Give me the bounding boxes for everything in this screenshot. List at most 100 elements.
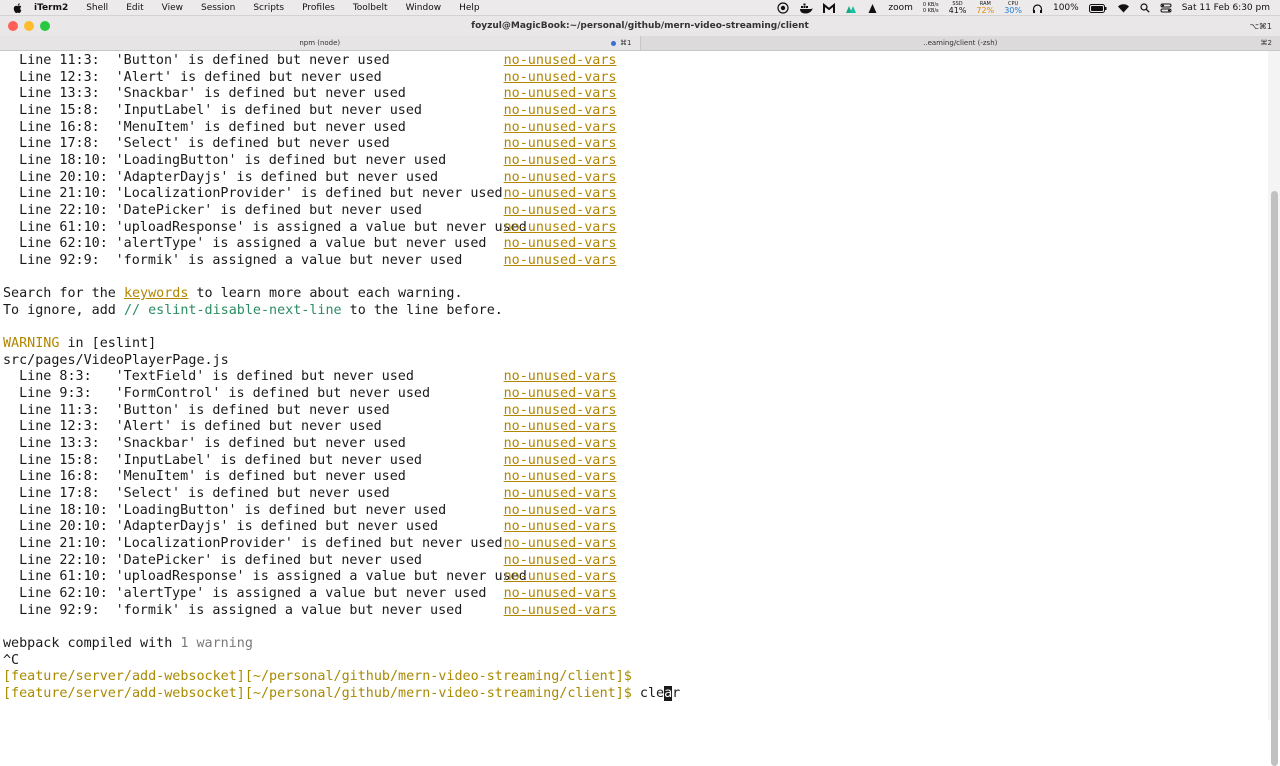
eslint-rule-link[interactable]: no-unused-vars xyxy=(504,86,617,101)
menu-view[interactable]: View xyxy=(162,3,183,13)
command-input-rest[interactable]: r xyxy=(672,686,680,701)
menu-toolbelt[interactable]: Toolbelt xyxy=(353,3,388,13)
eslint-rule-link[interactable]: no-unused-vars xyxy=(504,136,617,151)
warning-row: Line 12:3:'Alert' is defined but never u… xyxy=(3,70,680,87)
warning-message: 'Select' is defined but never used xyxy=(116,136,504,153)
menu-scripts[interactable]: Scripts xyxy=(253,3,284,13)
tab-zsh[interactable]: ..eaming/client (-zsh) ⌘2 xyxy=(640,36,1280,50)
eslint-rule-link[interactable]: no-unused-vars xyxy=(504,236,617,251)
eslint-rule-link[interactable]: no-unused-vars xyxy=(504,419,617,434)
scrollbar-track[interactable] xyxy=(1268,51,1280,720)
terminal-output[interactable]: Line 11:3:'Button' is defined but never … xyxy=(0,51,1268,720)
screen-record-icon[interactable] xyxy=(777,2,789,14)
window-title-bar[interactable]: foyzul@MagicBook:~/personal/github/mern-… xyxy=(0,16,1280,36)
warning-row: Line 20:10:'AdapterDayjs' is defined but… xyxy=(3,170,680,187)
command-input[interactable]: cle xyxy=(640,686,664,701)
eslint-rule-link[interactable]: no-unused-vars xyxy=(504,369,617,384)
eslint-rule-link[interactable]: no-unused-vars xyxy=(504,403,617,418)
vlc-icon[interactable] xyxy=(867,3,878,14)
eslint-rule-link[interactable]: no-unused-vars xyxy=(504,186,617,201)
menu-help[interactable]: Help xyxy=(459,3,480,13)
warning-row: Line 17:8:'Select' is defined but never … xyxy=(3,136,680,153)
menu-session[interactable]: Session xyxy=(201,3,235,13)
menu-app-name[interactable]: iTerm2 xyxy=(34,3,68,13)
eslint-rule-link[interactable]: no-unused-vars xyxy=(504,603,617,618)
eslint-disable-comment: // eslint-disable-next-line xyxy=(124,303,342,318)
eslint-rule-link[interactable]: no-unused-vars xyxy=(504,153,617,168)
warning-location: Line 92:9: xyxy=(19,253,116,270)
cpu-stat[interactable]: CPU 30% xyxy=(1004,1,1022,15)
warning-count: 1 warning xyxy=(180,636,253,651)
warning-row: Line 61:10:'uploadResponse' is assigned … xyxy=(3,569,680,586)
warning-row: Line 8:3:'TextField' is defined but neve… xyxy=(3,369,680,386)
warning-message: 'AdapterDayjs' is defined but never used xyxy=(116,170,504,187)
eslint-rule-link[interactable]: no-unused-vars xyxy=(504,253,617,268)
eslint-rule-link[interactable]: no-unused-vars xyxy=(504,436,617,451)
battery-icon[interactable] xyxy=(1089,4,1107,13)
wifi-icon[interactable] xyxy=(1117,3,1130,13)
eslint-rule-link[interactable]: no-unused-vars xyxy=(504,569,617,584)
eslint-rule-link[interactable]: no-unused-vars xyxy=(504,120,617,135)
menu-profiles[interactable]: Profiles xyxy=(302,3,335,13)
warning-message: 'FormControl' is defined but never used xyxy=(116,386,504,403)
menu-shell[interactable]: Shell xyxy=(86,3,108,13)
eslint-rule-link[interactable]: no-unused-vars xyxy=(504,536,617,551)
menu-edit[interactable]: Edit xyxy=(126,3,143,13)
tab-label: ..eaming/client (-zsh) xyxy=(923,39,997,47)
headphones-icon[interactable] xyxy=(1032,3,1043,14)
file-path: src/pages/VideoPlayerPage.js xyxy=(3,353,680,370)
warning-row: Line 13:3:'Snackbar' is defined but neve… xyxy=(3,86,680,103)
warning-location: Line 21:10: xyxy=(19,186,116,203)
ssd-stat[interactable]: SSD 41% xyxy=(949,1,967,15)
warning-location: Line 15:8: xyxy=(19,103,116,120)
warning-location: Line 18:10: xyxy=(19,503,116,520)
eslint-rule-link[interactable]: no-unused-vars xyxy=(504,453,617,468)
menu-window[interactable]: Window xyxy=(406,3,442,13)
malwarebytes-icon[interactable] xyxy=(823,3,835,14)
warning-message: 'Alert' is defined but never used xyxy=(116,70,504,87)
ram-stat[interactable]: RAM 72% xyxy=(976,1,994,15)
eslint-rule-link[interactable]: no-unused-vars xyxy=(504,503,617,518)
eslint-rule-link[interactable]: no-unused-vars xyxy=(504,386,617,401)
zoom-label[interactable]: zoom xyxy=(888,3,913,13)
status-area: zoom 0 KB/s 0 KB/s SSD 41% RAM 72% CPU 3… xyxy=(777,0,1270,16)
warning-location: Line 22:10: xyxy=(19,553,116,570)
tab-npm-node[interactable]: npm (node) ⌘1 xyxy=(0,36,640,50)
eslint-rule-link[interactable]: no-unused-vars xyxy=(504,553,617,568)
warning-message: 'InputLabel' is defined but never used xyxy=(116,453,504,470)
warning-row: Line 11:3:'Button' is defined but never … xyxy=(3,53,680,70)
eslint-rule-link[interactable]: no-unused-vars xyxy=(504,70,617,85)
warning-location: Line 16:8: xyxy=(19,120,116,137)
eslint-rule-link[interactable]: no-unused-vars xyxy=(504,586,617,601)
eslint-rule-link[interactable]: no-unused-vars xyxy=(504,170,617,185)
eslint-rule-link[interactable]: no-unused-vars xyxy=(504,103,617,118)
warning-header: WARNING in [eslint] xyxy=(3,336,680,353)
eslint-rule-link[interactable]: no-unused-vars xyxy=(504,469,617,484)
eslint-rule-link[interactable]: no-unused-vars xyxy=(504,519,617,534)
warning-location: Line 18:10: xyxy=(19,153,116,170)
app-shapes-icon[interactable] xyxy=(845,3,857,14)
warning-row: Line 62:10:'alertType' is assigned a val… xyxy=(3,586,680,603)
search-hint-line: Search for the keywords to learn more ab… xyxy=(3,286,680,303)
network-stat[interactable]: 0 KB/s 0 KB/s xyxy=(923,2,939,14)
warning-message: 'Select' is defined but never used xyxy=(116,486,504,503)
tab-label: npm (node) xyxy=(299,39,340,47)
warning-message: 'Snackbar' is defined but never used xyxy=(116,436,504,453)
shell-prompt: [feature/server/add-websocket][~/persona… xyxy=(3,686,632,701)
keywords-link[interactable]: keywords xyxy=(124,286,189,301)
control-center-icon[interactable] xyxy=(1160,3,1172,13)
eslint-rule-link[interactable]: no-unused-vars xyxy=(504,203,617,218)
search-icon[interactable] xyxy=(1140,3,1150,13)
tab-bar: npm (node) ⌘1 ..eaming/client (-zsh) ⌘2 xyxy=(0,36,1280,51)
eslint-rule-link[interactable]: no-unused-vars xyxy=(504,53,617,68)
warning-message: 'alertType' is assigned a value but neve… xyxy=(116,236,504,253)
eslint-rule-link[interactable]: no-unused-vars xyxy=(504,486,617,501)
scrollbar-thumb[interactable] xyxy=(1271,191,1278,766)
apple-logo-icon[interactable] xyxy=(12,2,24,14)
tab-shortcut: ⌘2 xyxy=(1261,39,1272,47)
clock[interactable]: Sat 11 Feb 6:30 pm xyxy=(1182,3,1270,13)
warning-message: 'DatePicker' is defined but never used xyxy=(116,553,504,570)
eslint-rule-link[interactable]: no-unused-vars xyxy=(504,220,617,235)
warning-message: 'formik' is assigned a value but never u… xyxy=(116,603,504,620)
docker-icon[interactable] xyxy=(799,3,813,14)
